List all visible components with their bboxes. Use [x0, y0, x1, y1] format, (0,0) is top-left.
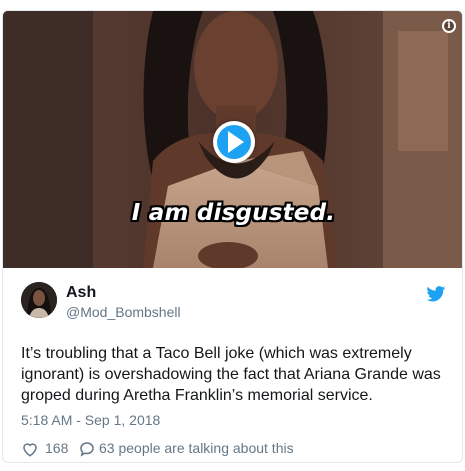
video-caption: I am disgusted. [131, 200, 336, 226]
conversation-count: 63 people are talking about this [99, 440, 294, 456]
tweet-timestamp[interactable]: 5:18 AM - Sep 1, 2018 [21, 412, 160, 428]
avatar[interactable] [21, 282, 57, 318]
tweet-text: It’s troubling that a Taco Bell joke (wh… [21, 345, 441, 404]
tweet-video-media[interactable]: i I am disgusted. [3, 11, 462, 268]
heart-icon [23, 443, 37, 457]
speech-bubble-icon [80, 442, 94, 457]
author-name[interactable]: Ash [66, 284, 96, 302]
info-icon[interactable]: i [442, 19, 456, 33]
play-icon [228, 131, 244, 153]
avatar-image [21, 282, 57, 318]
like-count: 168 [45, 440, 69, 456]
author-handle[interactable]: @Mod_Bombshell [66, 304, 181, 320]
tweet-header: Ash @Mod_Bombshell [21, 282, 446, 322]
twitter-bird-icon[interactable] [426, 286, 446, 302]
embedded-tweet-card[interactable]: i I am disgusted. Ash @Mod_Bombshell It’… [2, 10, 463, 463]
play-button[interactable] [213, 121, 255, 163]
